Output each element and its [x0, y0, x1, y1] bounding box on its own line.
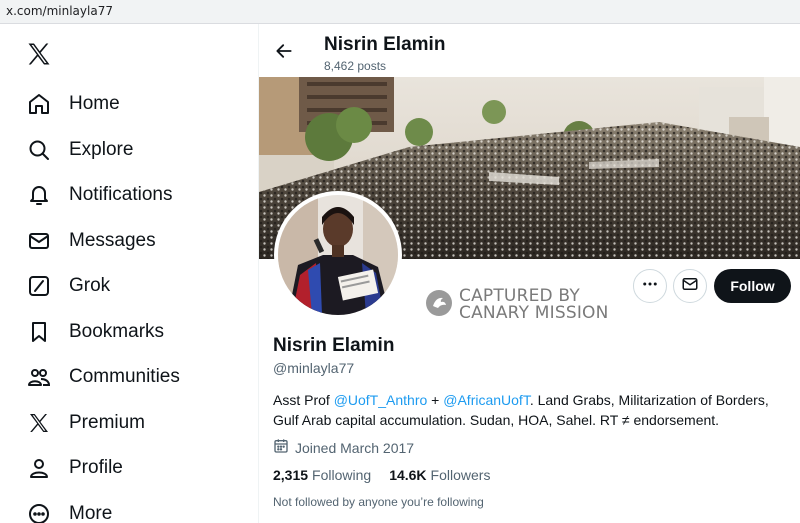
sidebar-item-more[interactable]: More [25, 494, 245, 523]
ellipsis-icon [641, 275, 659, 298]
message-button[interactable] [673, 269, 707, 303]
sidebar-item-notifications[interactable]: Notifications [25, 175, 245, 215]
more-options-button[interactable] [633, 269, 667, 303]
x-logo-icon [25, 409, 53, 437]
communities-icon [25, 363, 53, 391]
sidebar-item-label: Home [69, 93, 120, 114]
url-text[interactable]: x.com/minlayla77 [6, 4, 113, 18]
bio-text: Asst Prof [273, 392, 334, 408]
follow-stats: 2,315 Following 14.6K Followers [273, 467, 508, 483]
watermark-line-2: CANARY MISSION [459, 303, 609, 323]
back-arrow-icon[interactable] [271, 38, 297, 64]
sidebar-item-label: Notifications [69, 184, 173, 205]
following-label: Following [312, 467, 372, 483]
mention-link[interactable]: @UofT_Anthro [334, 392, 428, 408]
header-post-count: 8,462 posts [324, 59, 387, 73]
more-circle-icon [25, 500, 53, 523]
profile-bio: Asst Prof @UofT_Anthro + @AfricanUofT. L… [273, 390, 788, 430]
header-name: Nisrin Elamin [324, 34, 446, 55]
following-count: 2,315 [273, 467, 309, 483]
sidebar-item-communities[interactable]: Communities [25, 357, 245, 397]
followers-count: 14.6K [389, 467, 427, 483]
joined-date: Joined March 2017 [273, 438, 414, 457]
canary-mission-watermark: CAPTURED BY CANARY MISSION [425, 288, 609, 322]
sidebar-item-label: Profile [69, 457, 123, 478]
sidebar-item-label: More [69, 503, 113, 523]
sidebar-item-bookmarks[interactable]: Bookmarks [25, 312, 245, 352]
bell-icon [25, 181, 53, 209]
person-icon [25, 454, 53, 482]
sidebar-item-label: Grok [69, 275, 111, 296]
sidebar-item-home[interactable]: Home [25, 84, 245, 124]
avatar[interactable] [274, 191, 402, 319]
canary-logo-icon [425, 289, 453, 322]
sidebar-item-label: Premium [69, 412, 146, 433]
sidebar-item-profile[interactable]: Profile [25, 448, 245, 488]
grok-icon [25, 272, 53, 300]
bookmark-icon [25, 318, 53, 346]
sidebar-item-label: Communities [69, 366, 180, 387]
profile-header-bar: Nisrin Elamin 8,462 posts [259, 24, 800, 77]
joined-label: Joined March 2017 [295, 439, 415, 456]
followers-label: Followers [430, 467, 491, 483]
envelope-icon [681, 275, 699, 298]
not-followed-notice: Not followed by anyone you’re following [273, 495, 484, 509]
envelope-icon [25, 227, 53, 255]
x-logo-icon[interactable] [25, 40, 55, 70]
bio-text: + [427, 392, 444, 408]
sidebar-item-messages[interactable]: Messages [25, 221, 245, 261]
sidebar-item-label: Explore [69, 139, 134, 160]
sidebar-item-grok[interactable]: Grok [25, 266, 245, 306]
profile-handle: @minlayla77 [273, 360, 355, 376]
sidebar-item-label: Messages [69, 230, 156, 251]
home-icon [25, 90, 53, 118]
calendar-icon [273, 438, 289, 457]
follow-button[interactable]: Follow [714, 269, 791, 303]
sidebar-nav: Home Explore Notifications Messages Grok… [0, 24, 258, 523]
followers-link[interactable]: 14.6K Followers [389, 467, 490, 483]
mention-link[interactable]: @AfricanUofT [443, 392, 530, 408]
browser-url-bar[interactable]: x.com/minlayla77 [0, 0, 800, 24]
sidebar-item-label: Bookmarks [69, 321, 165, 342]
profile-main: Nisrin Elamin 8,462 posts Follow CAPTURE… [259, 24, 800, 523]
sidebar-item-explore[interactable]: Explore [25, 130, 245, 170]
following-link[interactable]: 2,315 Following [273, 467, 371, 483]
profile-name: Nisrin Elamin [273, 335, 395, 356]
sidebar-item-premium[interactable]: Premium [25, 403, 245, 443]
search-icon [25, 136, 53, 164]
